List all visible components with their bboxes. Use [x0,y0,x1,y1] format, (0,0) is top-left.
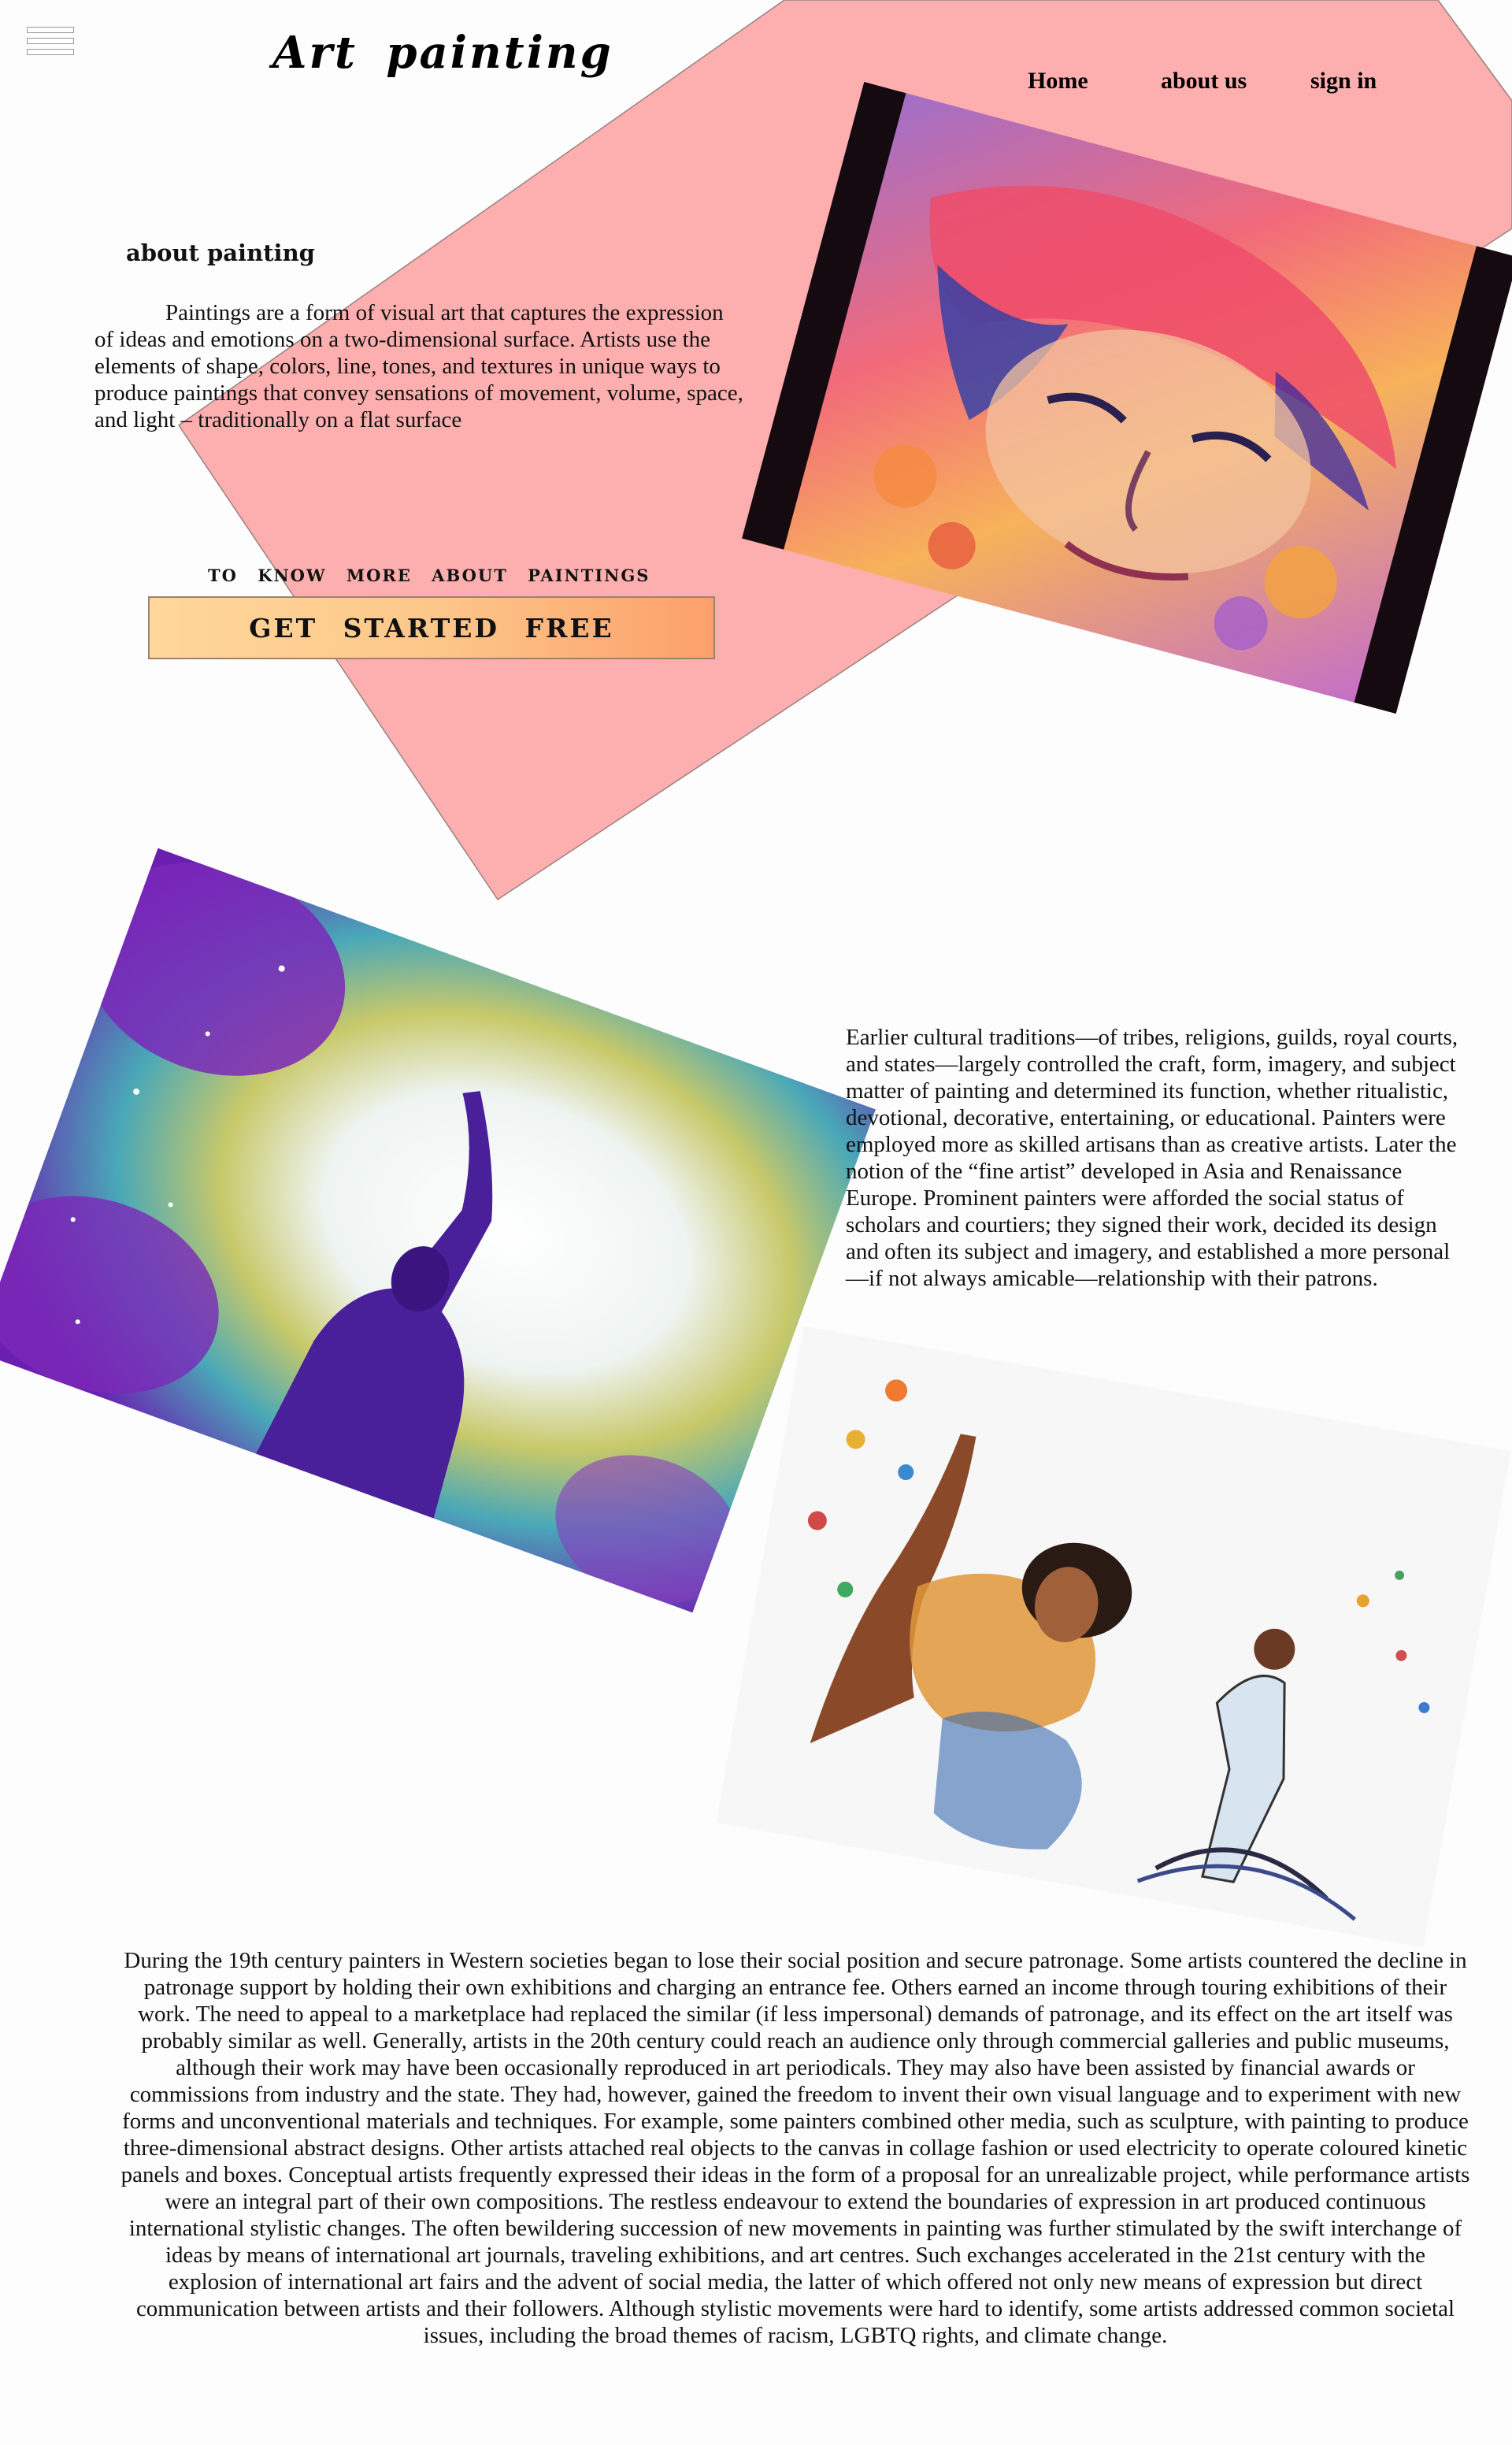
get-started-button[interactable]: GET STARTED FREE [148,596,715,659]
dancer-watercolor-image [716,1326,1511,1948]
silhouette-art-image [0,848,876,1613]
about-heading: about painting [126,239,315,266]
intro-paragraph-text: Paintings are a form of visual art that … [94,300,743,432]
cta-label: TO KNOW MORE ABOUT PAINTINGS [208,566,650,585]
history-paragraph-2: During the 19th century painters in West… [120,1948,1470,2348]
nav-about-link[interactable]: about us [1161,68,1247,95]
history-paragraph-1: Earlier cultural traditions—of tribes, r… [846,1025,1458,1291]
hamburger-menu-icon[interactable] [27,27,74,58]
intro-paragraph: Paintings are a form of visual art that … [94,299,748,433]
nav-home-link[interactable]: Home [1028,68,1088,95]
site-logo[interactable]: Art painting [272,27,613,79]
nav-signin-link[interactable]: sign in [1310,68,1377,95]
